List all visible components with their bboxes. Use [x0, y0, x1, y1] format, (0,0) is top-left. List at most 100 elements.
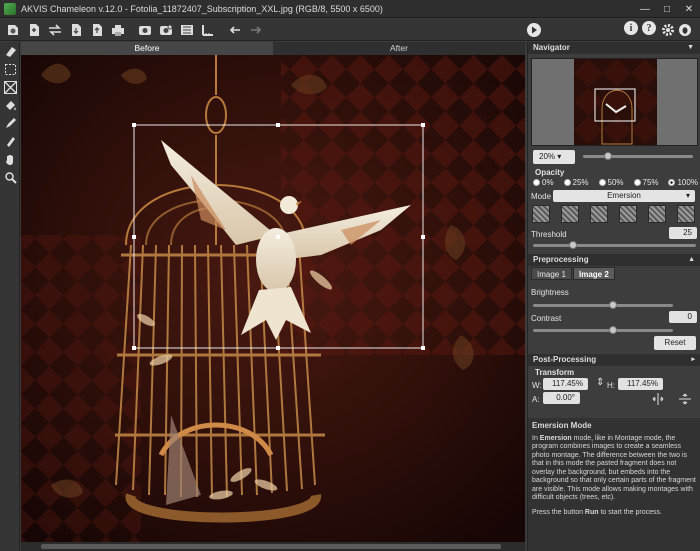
selection-icon[interactable]	[0, 60, 20, 78]
brightness-input[interactable]: 0	[669, 311, 697, 323]
zoom-icon[interactable]	[0, 168, 20, 186]
postprocessing-header[interactable]: Post-Processing ▸	[528, 354, 700, 366]
transform-label: Transform	[535, 368, 575, 377]
save-icon[interactable]	[66, 21, 86, 39]
pattern-swatch-6[interactable]	[677, 205, 695, 223]
pattern-swatch-2[interactable]	[561, 205, 579, 223]
eraser-icon[interactable]	[0, 42, 20, 60]
help-paragraph-2: Press the button Run to start the proces…	[532, 509, 697, 518]
help-icon[interactable]: ?	[642, 21, 656, 35]
opacity-75-label: 75%	[642, 178, 659, 187]
help-text: Press the button	[532, 508, 585, 516]
settings-icon[interactable]	[177, 21, 197, 39]
redo-icon[interactable]	[246, 21, 266, 39]
collapse-icon[interactable]: ▼	[687, 42, 694, 54]
brightness-slider-thumb[interactable]	[609, 301, 617, 309]
navigator-title: Navigator	[533, 43, 570, 52]
angle-input[interactable]: 0.00°	[543, 392, 580, 404]
preprocessing-title: Preprocessing	[533, 255, 589, 264]
preprocessing-header[interactable]: Preprocessing ▲	[528, 254, 700, 266]
swap-icon[interactable]	[45, 21, 65, 39]
opacity-25-label: 25%	[572, 178, 589, 187]
pen-icon[interactable]	[0, 114, 20, 132]
opacity-75[interactable]: 75%	[633, 178, 659, 187]
zoom-slider[interactable]	[583, 155, 693, 158]
height-input[interactable]: 117.45%	[618, 378, 663, 390]
zoom-dropdown[interactable]: 20% ▾	[533, 150, 575, 164]
tab-after[interactable]: After	[273, 42, 525, 55]
open-image-icon[interactable]	[3, 21, 23, 39]
zoom-value: 20%	[539, 152, 556, 161]
image-canvas[interactable]	[21, 55, 525, 542]
width-input[interactable]: 117.45%	[543, 378, 588, 390]
tab-image-1[interactable]: Image 1	[531, 267, 572, 280]
mode-dropdown[interactable]: Emersion ▾	[553, 190, 695, 202]
export-icon[interactable]	[87, 21, 107, 39]
fill-icon[interactable]	[0, 96, 20, 114]
close-button[interactable]: ✕	[678, 0, 700, 18]
collapse-icon[interactable]: ▲	[688, 254, 695, 266]
opacity-radio-icon	[633, 179, 641, 187]
transform-icon[interactable]	[0, 78, 20, 96]
undo-icon[interactable]	[225, 21, 245, 39]
tab-before[interactable]: Before	[21, 42, 273, 55]
window-title: AKVIS Chameleon v.12.0 - Fotolia_1187240…	[21, 3, 383, 14]
pattern-swatch-4[interactable]	[619, 205, 637, 223]
flip-horizontal-icon[interactable]	[651, 392, 665, 408]
opacity-100-label: 100%	[677, 178, 698, 187]
contrast-label: Contrast	[531, 314, 562, 323]
reset-button[interactable]: Reset	[654, 336, 696, 350]
photo-image	[21, 55, 525, 542]
horizontal-scrollbar[interactable]	[21, 542, 525, 551]
view-tabs: Before After	[21, 42, 525, 55]
opacity-25[interactable]: 25%	[563, 178, 589, 187]
hand-icon[interactable]	[0, 150, 20, 168]
contrast-slider[interactable]	[533, 329, 673, 332]
contrast-slider-thumb[interactable]	[609, 326, 617, 334]
postprocessing-title: Post-Processing	[533, 355, 597, 364]
pattern-swatch-3[interactable]	[590, 205, 608, 223]
link-icon[interactable]: ⇕	[596, 377, 604, 388]
tools-panel	[0, 42, 20, 551]
threshold-label: Threshold	[531, 230, 567, 239]
help-title: Emersion Mode	[532, 421, 592, 430]
tab-image-2[interactable]: Image 2	[573, 267, 615, 280]
mop-icon[interactable]	[0, 132, 20, 150]
pattern-swatch-1[interactable]	[532, 205, 550, 223]
threshold-slider-thumb[interactable]	[569, 241, 577, 249]
navigator-preview[interactable]	[531, 58, 698, 146]
about-icon[interactable]: i	[624, 21, 638, 35]
scrollbar-thumb[interactable]	[41, 544, 501, 549]
opacity-100[interactable]: 100%	[668, 178, 698, 187]
main-toolbar: i ?	[0, 19, 700, 41]
bug-icon[interactable]	[677, 21, 693, 39]
pattern-swatch-5[interactable]	[648, 205, 666, 223]
opacity-50-label: 50%	[607, 178, 624, 187]
threshold-input[interactable]: 25	[669, 227, 697, 239]
mode-label: Mode	[531, 192, 552, 201]
width-label: W:	[532, 381, 542, 390]
share-icon[interactable]	[135, 21, 155, 39]
adjust-icon[interactable]	[156, 21, 176, 39]
ruler-icon[interactable]	[198, 21, 218, 39]
opacity-label: Opacity	[535, 168, 565, 177]
opacity-0[interactable]: 0%	[533, 178, 554, 187]
help-emphasis: Run	[584, 508, 599, 516]
run-icon[interactable]	[524, 21, 544, 39]
flip-vertical-icon[interactable]	[678, 392, 692, 408]
brightness-slider[interactable]	[533, 304, 673, 307]
zoom-slider-thumb[interactable]	[604, 152, 612, 160]
opacity-radio-icon	[598, 179, 606, 187]
opacity-50[interactable]: 50%	[598, 178, 624, 187]
gear-icon[interactable]	[660, 21, 676, 39]
maximize-button[interactable]: □	[656, 0, 678, 18]
minimize-button[interactable]: —	[634, 0, 656, 18]
print-icon[interactable]	[108, 21, 128, 39]
threshold-slider[interactable]	[533, 244, 696, 247]
open-fragment-icon[interactable]	[24, 21, 44, 39]
settings-panel: Navigator ▼ 20% ▾ Opacity 0% 25% 50% 75% …	[527, 42, 700, 551]
expand-icon[interactable]: ▸	[691, 354, 695, 366]
opacity-options: 0% 25% 50% 75% 100%	[533, 178, 698, 187]
navigator-header[interactable]: Navigator ▼	[528, 42, 700, 54]
title-bar: AKVIS Chameleon v.12.0 - Fotolia_1187240…	[0, 0, 700, 18]
